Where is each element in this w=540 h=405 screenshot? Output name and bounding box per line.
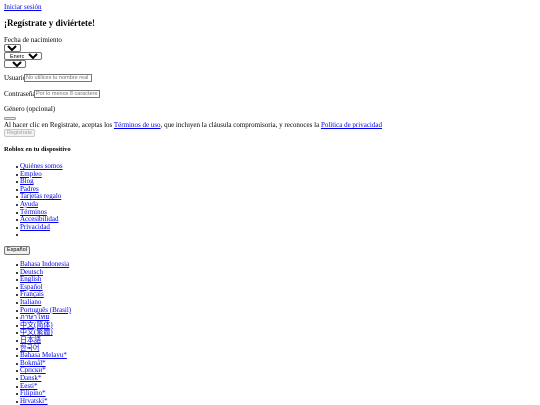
terms-notice: Al hacer clic en Registrate, aceptas los… xyxy=(4,121,382,129)
language-item: Hrvatski* xyxy=(15,397,71,405)
terms-prefix-text: Al hacer clic en Registrate, aceptas los xyxy=(4,121,114,129)
birth-day-select[interactable]: 01 xyxy=(4,44,21,52)
password-input[interactable] xyxy=(34,90,100,98)
language-option[interactable]: Hrvatski* xyxy=(20,397,48,405)
birthdate-label: Fecha de nacimiento xyxy=(4,36,62,44)
privacy-policy-link[interactable]: Política de privacidad xyxy=(321,121,382,129)
page-title: ¡Regístrate y diviértete! xyxy=(4,18,95,28)
terms-middle-text: , que incluyen la cláusula compromisoria… xyxy=(160,121,321,129)
language-select-button[interactable]: Español xyxy=(4,246,30,255)
gender-label: Género (opcional) xyxy=(4,105,56,113)
devices-heading: Roblox en tu dispositivo xyxy=(4,146,71,153)
language-list: Bahasa Indonesia Deutsch English Español… xyxy=(15,260,71,405)
birth-month-select[interactable]: Enero xyxy=(4,52,42,60)
login-link[interactable]: Iniciar sesión xyxy=(4,3,42,11)
signup-button[interactable]: Registrate xyxy=(4,129,36,137)
footer-link-item: Privacidad xyxy=(16,223,63,232)
username-label: Usuario xyxy=(4,74,27,82)
gender-toggle-button[interactable] xyxy=(4,117,16,120)
birth-year-select[interactable]: 2023 xyxy=(4,60,26,68)
footer-link-privacy[interactable]: Privacidad xyxy=(20,223,50,231)
footer-links-list: Quiénes somos Empleo Blog Padres Tarjeta… xyxy=(16,162,63,239)
username-input[interactable] xyxy=(24,74,92,82)
terms-of-use-link[interactable]: Términos de uso xyxy=(114,121,161,129)
footer-link-item xyxy=(16,231,63,239)
password-label: Contraseña xyxy=(4,90,36,98)
